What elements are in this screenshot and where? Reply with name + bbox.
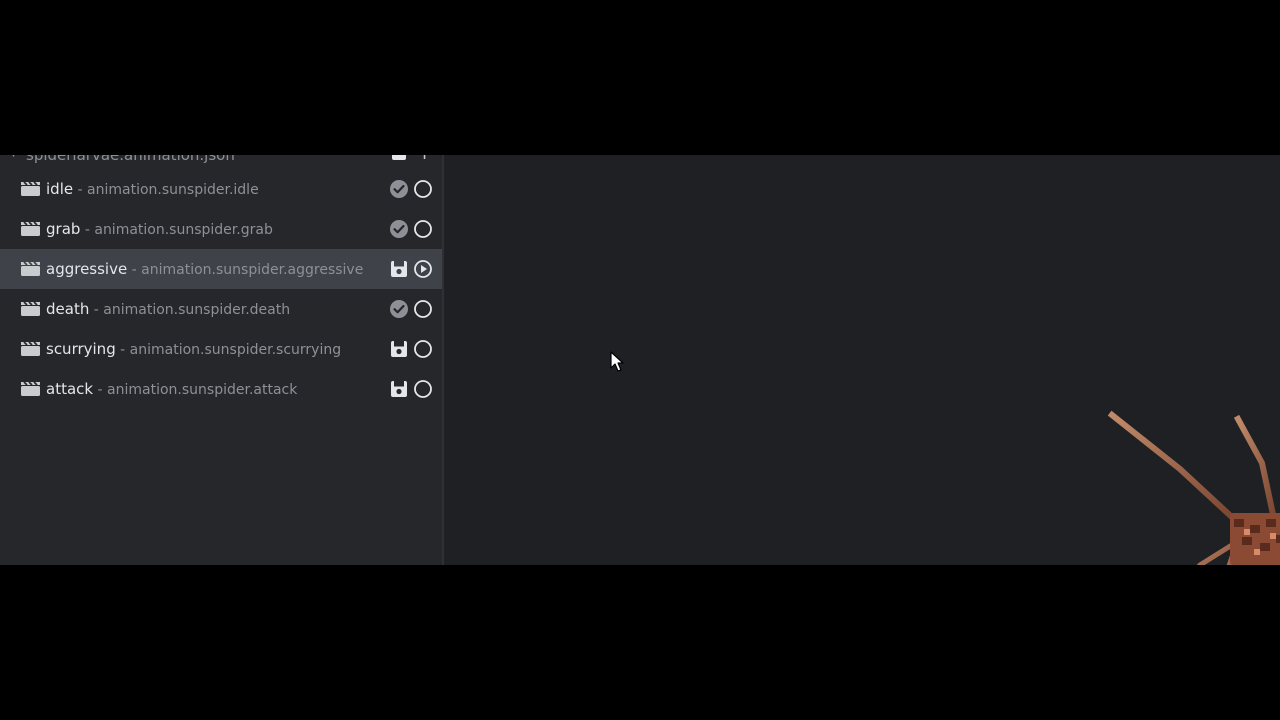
check-circle-icon[interactable] xyxy=(389,219,409,239)
animation-id: animation.sunspider.death xyxy=(103,302,291,318)
animation-separator: - xyxy=(89,302,104,318)
animation-label: scurrying - animation.sunspider.scurryin… xyxy=(46,340,341,359)
clapperboard-icon xyxy=(21,181,40,196)
clapperboard-icon xyxy=(21,221,40,236)
animation-label: aggressive - animation.sunspider.aggress… xyxy=(46,260,363,279)
animation-label: idle - animation.sunspider.idle xyxy=(46,180,259,199)
save-icon[interactable] xyxy=(389,379,409,399)
animation-separator: - xyxy=(127,262,142,278)
spider-model[interactable] xyxy=(1084,393,1280,565)
animation-separator: - xyxy=(115,342,130,358)
animation-separator: - xyxy=(93,382,108,398)
animation-item-death[interactable]: death - animation.sunspider.death xyxy=(0,289,442,329)
animation-id: animation.sunspider.grab xyxy=(94,222,273,238)
animation-item-scurrying[interactable]: scurrying - animation.sunspider.scurryin… xyxy=(0,329,442,369)
mouse-pointer-icon xyxy=(610,351,624,372)
animation-file-name: spiderlarvae.animation.json xyxy=(26,155,235,164)
empty-circle-icon[interactable] xyxy=(413,299,433,319)
animation-file-row[interactable]: ▼ spiderlarvae.animation.json + xyxy=(0,155,442,169)
animation-name: aggressive xyxy=(46,260,128,278)
animation-label: grab - animation.sunspider.grab xyxy=(46,220,273,239)
animation-item-idle[interactable]: idle - animation.sunspider.idle xyxy=(0,169,442,209)
animation-item-attack[interactable]: attack - animation.sunspider.attack xyxy=(0,369,442,409)
app-window: ▼ spiderlarvae.animation.json + idle - a… xyxy=(0,155,1280,565)
plus-icon[interactable]: + xyxy=(417,155,432,164)
animation-separator: - xyxy=(73,182,88,198)
animation-separator: - xyxy=(80,222,95,238)
clapperboard-icon xyxy=(21,301,40,316)
empty-circle-icon[interactable] xyxy=(413,379,433,399)
animation-name: death xyxy=(46,300,90,318)
clapperboard-icon xyxy=(21,261,40,276)
clapperboard-icon xyxy=(21,341,40,356)
check-circle-icon[interactable] xyxy=(389,179,409,199)
animation-id: animation.sunspider.aggressive xyxy=(141,262,364,278)
animation-name: scurrying xyxy=(46,340,116,358)
animation-item-aggressive[interactable]: aggressive - animation.sunspider.aggress… xyxy=(0,249,442,289)
animation-id: animation.sunspider.scurrying xyxy=(129,342,342,358)
empty-circle-icon[interactable] xyxy=(413,179,433,199)
play-circle-icon[interactable] xyxy=(413,259,433,279)
animation-item-grab[interactable]: grab - animation.sunspider.grab xyxy=(0,209,442,249)
animation-name: attack xyxy=(46,380,94,398)
animation-list: idle - animation.sunspider.idle grab - a… xyxy=(0,169,442,409)
save-icon[interactable] xyxy=(389,339,409,359)
animation-id: animation.sunspider.attack xyxy=(107,382,298,398)
animation-name: grab xyxy=(46,220,81,238)
check-circle-icon[interactable] xyxy=(389,299,409,319)
save-icon[interactable] xyxy=(391,155,407,161)
animation-label: death - animation.sunspider.death xyxy=(46,300,290,319)
animation-name: idle xyxy=(46,180,74,198)
empty-circle-icon[interactable] xyxy=(413,339,433,359)
animation-id: animation.sunspider.idle xyxy=(87,182,259,198)
animations-panel: ▼ spiderlarvae.animation.json + idle - a… xyxy=(0,155,442,565)
clapperboard-icon xyxy=(21,381,40,396)
save-icon[interactable] xyxy=(389,259,409,279)
3d-viewport[interactable] xyxy=(444,155,1280,565)
empty-circle-icon[interactable] xyxy=(413,219,433,239)
chevron-down-icon[interactable]: ▼ xyxy=(10,155,17,159)
animation-label: attack - animation.sunspider.attack xyxy=(46,380,297,399)
